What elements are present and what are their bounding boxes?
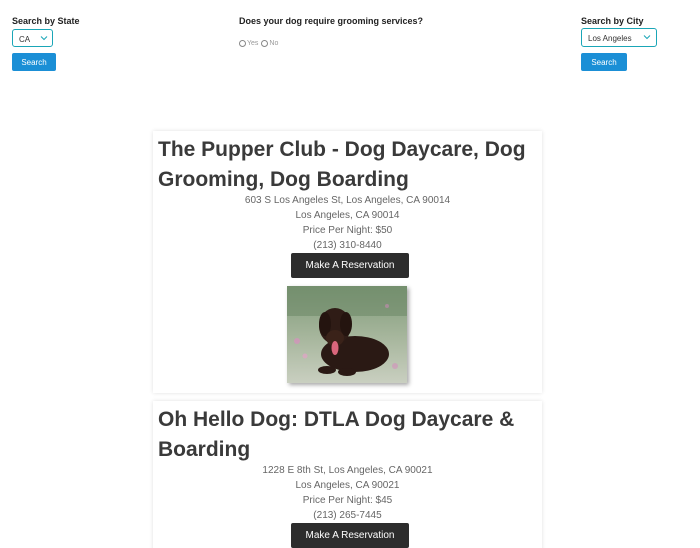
grooming-radio-group: Yes No — [239, 40, 278, 47]
grooming-yes-label: Yes — [247, 40, 259, 47]
listing-price: Price Per Night: $45 — [302, 495, 393, 506]
make-reservation-button[interactable]: Make A Reservation — [291, 253, 409, 278]
grooming-no-radio[interactable] — [261, 40, 269, 47]
city-select-value: Los Angeles — [588, 34, 632, 43]
listing-address: 603 S Los Angeles St, Los Angeles, CA 90… — [244, 195, 451, 206]
listing-card: The Pupper Club - Dog Daycare, Dog Groom… — [153, 131, 542, 393]
chevron-down-icon — [643, 35, 651, 40]
listing-phone: (213) 265-7445 — [313, 510, 382, 521]
state-search-button[interactable]: Search — [12, 53, 56, 71]
listing-title: The Pupper Club - Dog Daycare, Dog Groom… — [158, 138, 526, 191]
city-filter-label: Search by City — [581, 16, 644, 26]
make-reservation-button[interactable]: Make A Reservation — [291, 523, 409, 548]
listing-phone: (213) 310-8440 — [313, 240, 382, 251]
grooming-no-label: No — [269, 40, 279, 47]
chevron-down-icon — [40, 36, 48, 41]
grooming-yes-radio[interactable] — [239, 40, 246, 47]
listing-card: Oh Hello Dog: DTLA Dog Daycare & Boardin… — [153, 401, 542, 548]
listing-city: Los Angeles, CA 90021 — [295, 480, 400, 491]
dog-photo[interactable] — [287, 286, 407, 383]
state-filter: Search by State — [12, 16, 80, 26]
city-select[interactable]: Los Angeles — [581, 28, 657, 47]
listing-price: Price Per Night: $50 — [302, 225, 393, 236]
listing-title: Oh Hello Dog: DTLA Dog Daycare & Boardin… — [158, 408, 515, 461]
state-select[interactable]: CA — [12, 29, 53, 47]
listing-address: 1228 E 8th St, Los Angeles, CA 90021 — [262, 465, 433, 476]
city-search-button[interactable]: Search — [581, 53, 627, 71]
grooming-question: Does your dog require grooming services? — [239, 16, 424, 26]
state-select-value: CA — [19, 35, 31, 44]
state-filter-label: Search by State — [12, 16, 80, 26]
listing-city: Los Angeles, CA 90014 — [295, 210, 400, 221]
dog-photo-image — [287, 286, 407, 383]
